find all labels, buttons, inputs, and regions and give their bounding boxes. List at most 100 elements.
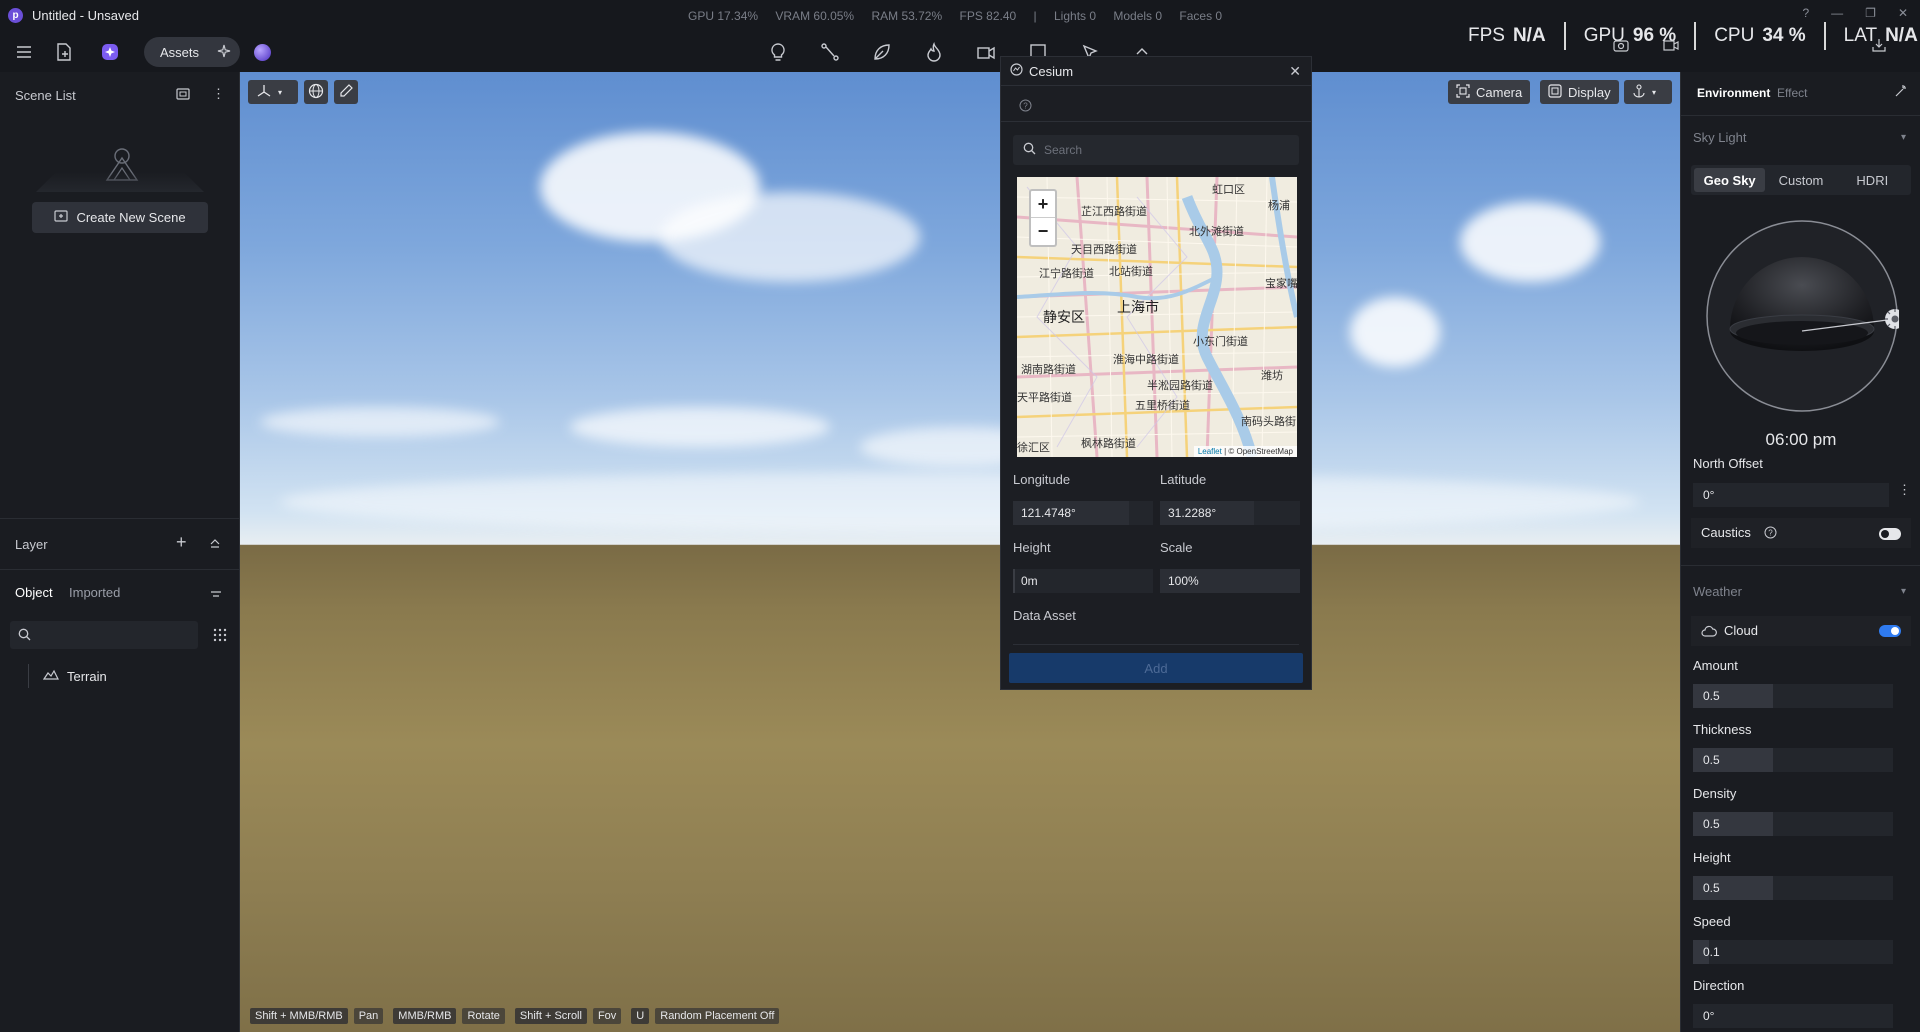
map-label: 北外滩街道 [1189, 226, 1244, 238]
camera-label: Camera [1476, 84, 1523, 100]
hud-record-icon[interactable] [1662, 36, 1680, 54]
path-icon[interactable] [818, 40, 842, 64]
anchor-icon [1632, 83, 1646, 101]
tree-item-terrain[interactable]: Terrain [28, 664, 107, 688]
scale-input[interactable]: 100% [1160, 569, 1300, 593]
svg-text:?: ? [1768, 529, 1773, 538]
height-input[interactable]: 0m [1021, 574, 1038, 588]
help-icon[interactable]: ? [1802, 6, 1809, 20]
sky-mode-custom[interactable]: Custom [1765, 168, 1836, 192]
scene-camera-icon[interactable] [176, 88, 190, 103]
ai-sparkle-icon[interactable] [98, 40, 122, 64]
camera-rig-icon[interactable] [974, 40, 998, 64]
leaflet-link[interactable]: Leaflet [1198, 447, 1222, 456]
sun-position-dial[interactable] [1705, 219, 1905, 413]
map-attribution: Leaflet | © OpenStreetMap [1193, 446, 1297, 457]
density-slider[interactable]: 0.5 [1693, 812, 1893, 836]
3d-viewport[interactable]: ▾ Camera Display ▾ Shift + MMB/RMB Pan M… [240, 72, 1680, 1032]
dialog-header: Cesium [1001, 57, 1311, 85]
flame-icon[interactable] [922, 40, 946, 64]
assets-button[interactable]: Assets [144, 37, 240, 67]
new-file-icon[interactable] [52, 40, 76, 64]
close-icon[interactable]: ✕ [1289, 63, 1301, 80]
sky-light-title: Sky Light [1693, 130, 1747, 145]
tab-environment[interactable]: Environment [1697, 86, 1770, 100]
display-icon [1548, 83, 1562, 101]
left-panel: Scene List ⋮ Create New Scene Layer + Ob… [0, 72, 240, 1032]
zoom-in-button[interactable]: + [1031, 191, 1055, 218]
hud-export-icon[interactable] [1870, 36, 1888, 54]
terrain-icon [42, 669, 59, 684]
amount-slider[interactable]: 0.5 [1693, 684, 1893, 708]
height-slider[interactable]: 0.5 [1693, 876, 1893, 900]
direction-slider[interactable]: 0° [1693, 1004, 1893, 1028]
speed-slider[interactable]: 0.1 [1693, 940, 1893, 964]
globe-button[interactable] [304, 80, 328, 104]
cloud-label: Cloud [1724, 623, 1758, 638]
material-orb-icon[interactable] [254, 44, 271, 61]
cloud-shape [660, 192, 920, 282]
map-label: 天平路街道 [1017, 392, 1072, 404]
anchor-dropdown[interactable]: ▾ [1624, 80, 1672, 104]
tab-object[interactable]: Object [15, 585, 53, 600]
slider-value: 0° [1703, 1009, 1715, 1023]
display-button[interactable]: Display [1540, 80, 1619, 104]
location-map[interactable]: 虹口区 杨浦 芷江西路街道 北外滩街道 天目西路街道 江宁路街道 北站街道 宝家… [1017, 177, 1297, 457]
menu-icon[interactable] [12, 40, 36, 64]
more-icon[interactable]: ⋮ [1898, 482, 1911, 498]
cloud-icon [1701, 625, 1717, 640]
svg-text:?: ? [1023, 102, 1028, 111]
cesium-logo-icon [1010, 63, 1023, 79]
toggle-knob [1891, 627, 1899, 635]
magic-wand-icon[interactable] [1894, 84, 1908, 101]
map-label: 小东门街道 [1193, 336, 1248, 348]
close-window-icon[interactable]: ✕ [1898, 6, 1908, 20]
map-label: 淮海中路街道 [1113, 354, 1179, 366]
add-button[interactable]: Add [1009, 653, 1303, 683]
divider [1681, 115, 1920, 116]
caustics-toggle[interactable] [1879, 528, 1901, 540]
display-label: Display [1568, 84, 1611, 100]
help-icon[interactable]: ? [1019, 99, 1032, 115]
eyedropper-icon [338, 83, 354, 102]
leaf-icon[interactable] [870, 40, 894, 64]
hud-screenshot-icon[interactable] [1612, 36, 1630, 54]
sky-mode-geo-sky[interactable]: Geo Sky [1694, 168, 1766, 192]
cloud-shape [280, 472, 1640, 532]
north-offset-input[interactable]: 0° [1693, 483, 1889, 507]
latitude-label: Latitude [1160, 472, 1207, 487]
filter-icon[interactable] [210, 588, 222, 603]
lightbulb-icon[interactable] [766, 40, 790, 64]
restore-icon[interactable]: ❐ [1865, 6, 1876, 20]
transform-mode-button[interactable]: ▾ [248, 80, 298, 104]
scene-more-icon[interactable]: ⋮ [212, 86, 225, 102]
minimize-icon[interactable]: — [1831, 6, 1843, 20]
divider [1001, 121, 1311, 122]
layer-search-input[interactable] [10, 621, 198, 649]
map-label: 南码头路街 [1241, 416, 1296, 428]
grid-view-icon[interactable] [213, 628, 227, 645]
thickness-slider[interactable]: 0.5 [1693, 748, 1893, 772]
cloud-shape [260, 407, 500, 437]
collapse-layer-icon[interactable] [210, 536, 220, 551]
scene-list-title: Scene List [15, 88, 76, 103]
tab-imported[interactable]: Imported [69, 585, 120, 600]
latitude-input[interactable]: 31.2288° [1160, 501, 1254, 525]
chevron-down-icon[interactable]: ▾ [1901, 586, 1906, 597]
cloud-toggle[interactable] [1879, 625, 1901, 637]
map-label: 江宁路街道 [1039, 268, 1094, 280]
add-layer-icon[interactable]: + [176, 532, 187, 553]
chevron-down-icon[interactable]: ▾ [1901, 132, 1906, 143]
longitude-input[interactable]: 121.4748° [1013, 501, 1129, 525]
location-search-input[interactable]: Search [1013, 135, 1299, 165]
picker-button[interactable] [334, 80, 358, 104]
hint-key: MMB/RMB [393, 1008, 457, 1024]
osm-attribution: | © OpenStreetMap [1224, 447, 1293, 456]
info-icon[interactable]: ? [1764, 526, 1777, 542]
camera-button[interactable]: Camera [1448, 80, 1531, 104]
sky-mode-hdri[interactable]: HDRI [1837, 168, 1908, 192]
create-scene-button[interactable]: Create New Scene [32, 202, 208, 233]
map-label: 天目西路街道 [1071, 244, 1137, 256]
zoom-out-button[interactable]: − [1031, 218, 1055, 245]
tab-effect[interactable]: Effect [1777, 86, 1807, 100]
